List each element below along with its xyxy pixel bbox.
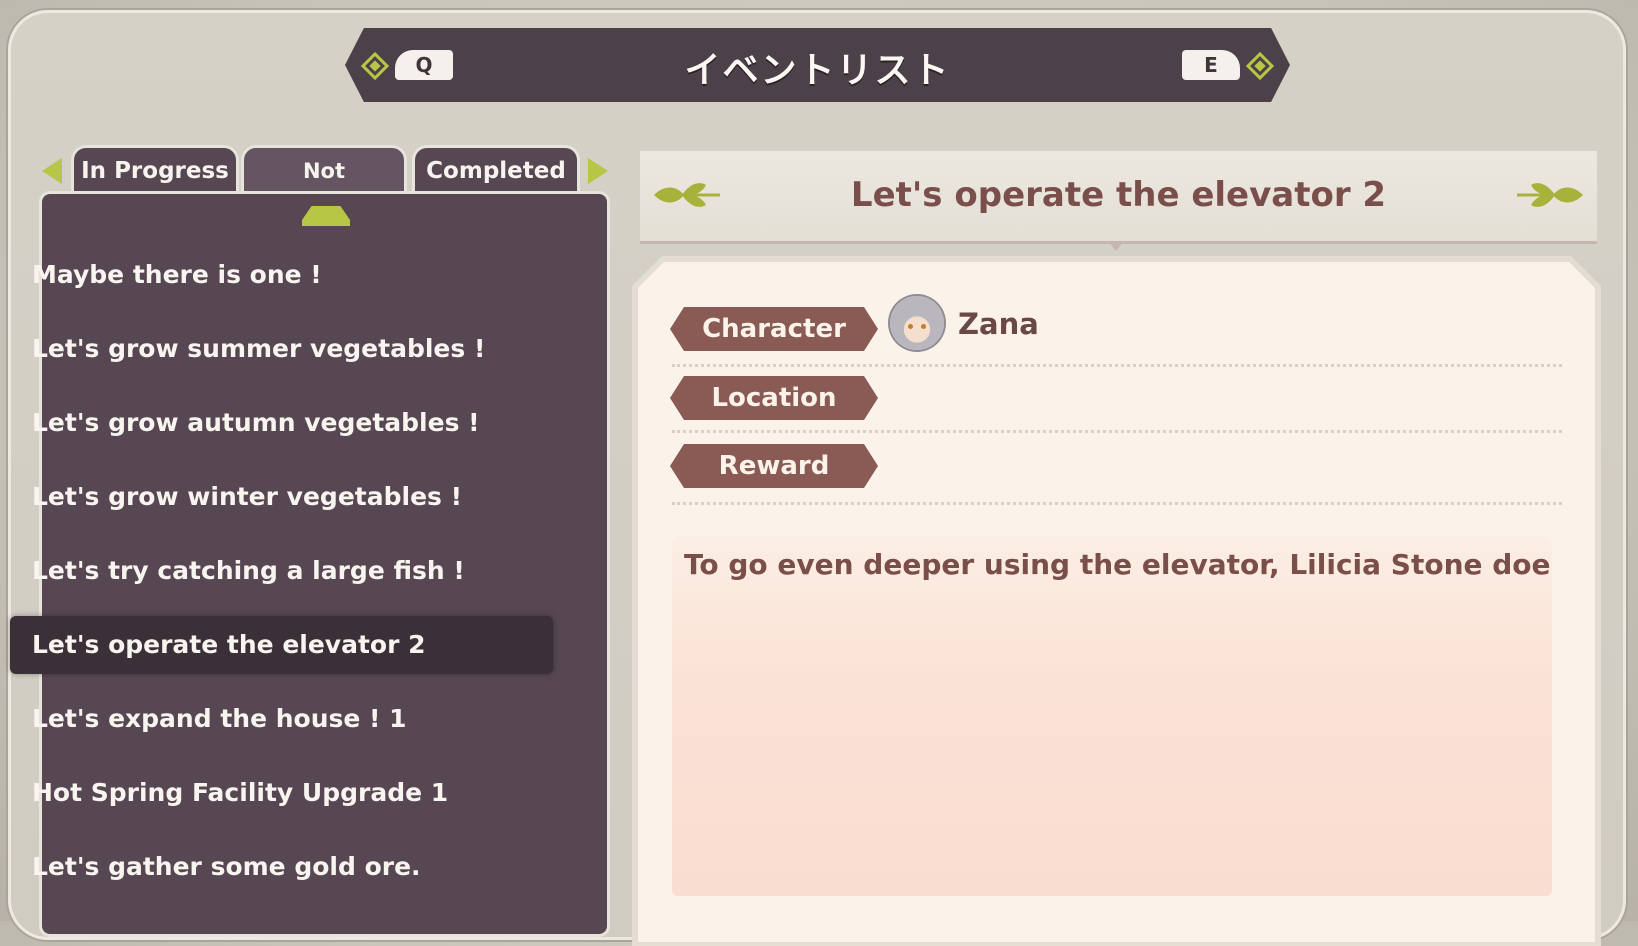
event-list-item[interactable]: Let's gather some gold ore.	[10, 838, 553, 896]
event-list-item[interactable]: Hot Spring Facility Upgrade 1	[10, 764, 553, 822]
divider	[672, 430, 1562, 433]
description-box: To go even deeper using the elevator, Li…	[672, 536, 1552, 896]
detail-title: Let's operate the elevator 2	[850, 175, 1387, 215]
event-list-item[interactable]: Let's try catching a large fish !	[10, 542, 553, 600]
next-page-key-button[interactable]: E	[1182, 50, 1240, 80]
event-list-item[interactable]: Let's grow summer vegetables !	[10, 320, 553, 378]
tab-not-triggered[interactable]: Not Triggered	[244, 148, 404, 229]
event-list-item[interactable]: Let's grow winter vegetables !	[10, 468, 553, 526]
header-notch-icon	[1108, 241, 1124, 251]
event-list-item[interactable]: Let's grow autumn vegetables !	[10, 394, 553, 452]
leaf-ornament-icon	[1517, 183, 1583, 207]
tab-prev-arrow-icon[interactable]	[42, 158, 62, 184]
detail-header: Let's operate the elevator 2	[640, 148, 1597, 244]
character-avatar	[890, 296, 944, 350]
event-list-item[interactable]: Maybe there is one !	[10, 246, 553, 304]
character-name: Zana	[958, 307, 1039, 341]
page-title: イベントリスト	[684, 50, 951, 91]
event-description: To go even deeper using the elevator, Li…	[684, 548, 1552, 581]
tab-completed[interactable]: Completed	[415, 148, 577, 194]
event-list-item[interactable]: Let's expand the house ! 1	[10, 690, 553, 748]
reward-label-badge: Reward	[670, 444, 878, 488]
tab-in-progress[interactable]: In Progress	[74, 148, 236, 194]
tab-next-arrow-icon[interactable]	[588, 158, 608, 184]
character-label-badge: Character	[670, 307, 878, 351]
divider	[672, 364, 1562, 367]
event-list-item-selected[interactable]: Let's operate the elevator 2	[10, 616, 553, 674]
divider	[672, 502, 1562, 505]
location-label-badge: Location	[670, 376, 878, 420]
title-bar-content: Q イベントリスト E	[345, 28, 1290, 102]
